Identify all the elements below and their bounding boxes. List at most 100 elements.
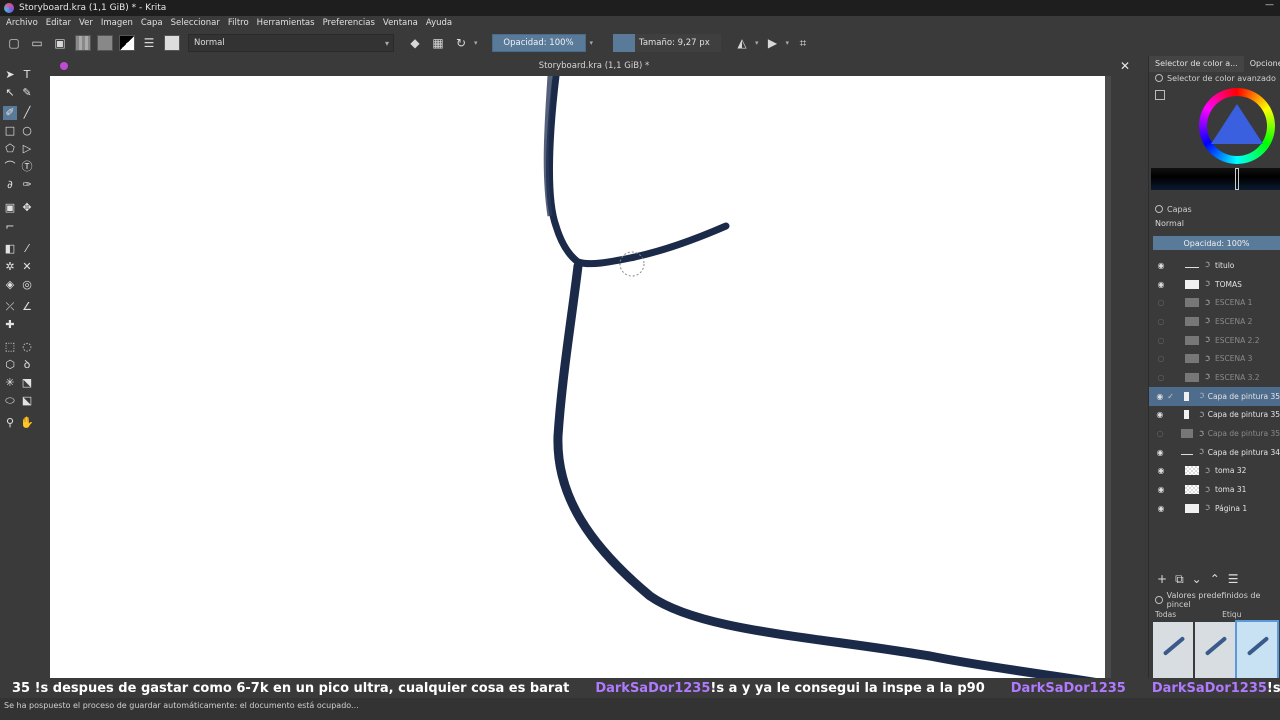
measure-tool-icon[interactable]: ⤫ bbox=[3, 300, 17, 314]
shade-marker[interactable] bbox=[1235, 168, 1239, 190]
layer-check-icon[interactable]: ✓ bbox=[1165, 392, 1176, 401]
pin-tool-icon[interactable]: ✚ bbox=[3, 318, 17, 332]
menu-seleccionar[interactable]: Seleccionar bbox=[171, 18, 220, 28]
eraser-icon[interactable]: ◆ bbox=[406, 34, 424, 52]
layers-blend-mode[interactable]: Normal bbox=[1149, 216, 1280, 230]
blend-mode-select[interactable]: Normal bbox=[188, 34, 394, 52]
brush-preset[interactable] bbox=[1153, 622, 1193, 678]
freehand-brush-icon[interactable]: ✐ bbox=[3, 106, 17, 120]
chevron-down-icon[interactable]: ▾ bbox=[786, 39, 790, 47]
visibility-eye-icon[interactable]: ◉ bbox=[1155, 504, 1167, 513]
layer-row[interactable]: ◉ ℑ Capa de pintura 34 bbox=[1149, 443, 1280, 462]
layer-row[interactable]: ○ ℑ ESCENA 3.2 bbox=[1149, 368, 1280, 387]
visibility-eye-icon[interactable]: ○ bbox=[1155, 373, 1167, 382]
chevron-down-icon[interactable]: ▾ bbox=[755, 39, 759, 47]
menu-capa[interactable]: Capa bbox=[141, 18, 163, 28]
layer-row[interactable]: ◉ ℑ Capa de pintura 35 bbox=[1149, 406, 1280, 425]
canvas-scrollbar[interactable] bbox=[1105, 76, 1138, 684]
menu-archivo[interactable]: Archivo bbox=[6, 18, 38, 28]
ellipse-select-icon[interactable]: ◌ bbox=[20, 340, 34, 354]
menu-herramientas[interactable]: Herramientas bbox=[257, 18, 315, 28]
mirror-vertical-icon[interactable]: ▶ bbox=[764, 34, 782, 52]
ellipse-tool-icon[interactable]: ○ bbox=[20, 124, 34, 138]
open-folder-icon[interactable]: ▭ bbox=[28, 34, 46, 52]
menu-editar[interactable]: Editar bbox=[46, 18, 71, 28]
presets-tag-label[interactable]: Etiqu bbox=[1222, 610, 1241, 619]
visibility-eye-icon[interactable]: ○ bbox=[1155, 429, 1165, 438]
bezier-select-icon[interactable]: ⬭ bbox=[3, 394, 17, 408]
menu-ver[interactable]: Ver bbox=[79, 18, 93, 28]
menu-filtro[interactable]: Filtro bbox=[228, 18, 249, 28]
drawing-canvas[interactable] bbox=[50, 76, 1105, 684]
layer-row[interactable]: ◉ ✓ ℑ Capa de pintura 35 bbox=[1149, 386, 1280, 406]
lasso-select-icon[interactable]: ꝺ bbox=[20, 358, 34, 372]
calligraphy-icon[interactable]: ✎ bbox=[20, 86, 34, 100]
brush-preset[interactable] bbox=[1195, 622, 1235, 678]
document-tab[interactable]: Storyboard.kra (1,1 GiB) * ✕ bbox=[50, 56, 1138, 76]
fg-bg-color-swatch[interactable] bbox=[119, 35, 135, 51]
wrap-around-icon[interactable]: ⌗ bbox=[794, 34, 812, 52]
pan-tool-icon[interactable]: ✋ bbox=[20, 416, 34, 430]
brush-settings-icon[interactable]: ☰ bbox=[140, 34, 158, 52]
layer-row[interactable]: ○ ℑ ESCENA 1 bbox=[1149, 293, 1280, 312]
color-picker-icon[interactable]: ⁄ bbox=[20, 242, 34, 256]
saturation-triangle[interactable] bbox=[1211, 104, 1263, 144]
edit-shapes-icon[interactable]: ↖ bbox=[3, 86, 17, 100]
reference-tool-icon[interactable]: ∠ bbox=[20, 300, 34, 314]
visibility-eye-icon[interactable]: ○ bbox=[1155, 298, 1167, 307]
visibility-eye-icon[interactable]: ○ bbox=[1155, 354, 1167, 363]
opacity-slider[interactable]: Opacidad: 100% bbox=[491, 34, 586, 52]
chevron-down-icon[interactable]: ▾ bbox=[590, 39, 594, 47]
bezier-tool-icon[interactable]: ⌒ bbox=[3, 160, 17, 174]
menu-ayuda[interactable]: Ayuda bbox=[426, 18, 452, 28]
rect-select-icon[interactable]: ⬚ bbox=[3, 340, 17, 354]
layer-row[interactable]: ◉ ℑtoma 31 bbox=[1149, 480, 1280, 499]
gradient-tool-icon[interactable]: ◧ bbox=[3, 242, 17, 256]
zoom-tool-icon[interactable]: ⚲ bbox=[3, 416, 17, 430]
assistant-tool-icon[interactable]: ✕ bbox=[20, 260, 34, 274]
fill-tool-icon[interactable]: ◈ bbox=[3, 278, 17, 292]
visibility-eye-icon[interactable]: ◉ bbox=[1155, 280, 1167, 289]
duplicate-layer-icon[interactable]: ⧉ bbox=[1175, 572, 1184, 587]
reload-preset-icon[interactable]: ↻ bbox=[452, 34, 470, 52]
visibility-eye-icon[interactable]: ◉ bbox=[1155, 261, 1167, 270]
magnetic-select-icon[interactable]: ⬕ bbox=[20, 394, 34, 408]
layer-row[interactable]: ○ ℑ ESCENA 2.2 bbox=[1149, 331, 1280, 350]
select-shapes-icon[interactable]: ➤ bbox=[3, 68, 17, 82]
save-icon[interactable]: ▣ bbox=[51, 34, 69, 52]
transform-tool-icon[interactable]: ⌐ bbox=[3, 220, 17, 234]
layer-menu-icon[interactable]: ☰ bbox=[1228, 572, 1239, 586]
tab-options[interactable]: Opcione bbox=[1244, 56, 1280, 72]
layer-row[interactable]: ○ ℑ ESCENA 3 bbox=[1149, 349, 1280, 368]
layer-row[interactable]: ○ ℑ Capa de pintura 35 bbox=[1149, 424, 1280, 443]
gradient-swatch[interactable] bbox=[75, 35, 91, 51]
layers-opacity-slider[interactable]: Opacidad: 100% bbox=[1153, 236, 1280, 250]
alpha-lock-icon[interactable]: ▦ bbox=[429, 34, 447, 52]
minimize-button[interactable]: — bbox=[1265, 0, 1274, 10]
text-tool-icon[interactable]: T bbox=[20, 68, 34, 82]
visibility-eye-icon[interactable]: ◉ bbox=[1155, 485, 1167, 494]
brush-preset[interactable] bbox=[1235, 620, 1279, 680]
presets-filter[interactable]: Todas Etiqu bbox=[1149, 608, 1280, 620]
dynamic-brush-icon[interactable]: ∂ bbox=[3, 178, 17, 192]
multibrush-icon[interactable]: ✑ bbox=[20, 178, 34, 192]
layer-row[interactable]: ◉ ℑ Página 1 bbox=[1149, 499, 1280, 518]
shade-selector[interactable] bbox=[1151, 168, 1280, 190]
polygon-select-icon[interactable]: ⬡ bbox=[3, 358, 17, 372]
layer-row[interactable]: ◉ ℑtitulo bbox=[1149, 256, 1280, 275]
color-settings-icon[interactable] bbox=[1155, 90, 1165, 100]
contiguous-select-icon[interactable]: ✳ bbox=[3, 376, 17, 390]
smart-patch-icon[interactable]: ✲ bbox=[3, 260, 17, 274]
add-layer-icon[interactable]: + bbox=[1157, 572, 1167, 586]
visibility-eye-icon[interactable]: ◉ bbox=[1155, 392, 1165, 401]
visibility-eye-icon[interactable]: ◉ bbox=[1155, 466, 1167, 475]
layer-row[interactable]: ○ ℑ ESCENA 2 bbox=[1149, 312, 1280, 331]
new-document-icon[interactable]: ▢ bbox=[5, 34, 23, 52]
rectangle-tool-icon[interactable]: □ bbox=[3, 124, 17, 138]
layer-row[interactable]: ◉ ℑ TOMAS bbox=[1149, 275, 1280, 294]
similar-select-icon[interactable]: ⬔ bbox=[20, 376, 34, 390]
tab-color-selector[interactable]: Selector de color a... bbox=[1149, 56, 1244, 72]
menu-imagen[interactable]: Imagen bbox=[101, 18, 133, 28]
crop-tool-icon[interactable]: ▣ bbox=[3, 201, 17, 215]
visibility-eye-icon[interactable]: ○ bbox=[1155, 317, 1167, 326]
